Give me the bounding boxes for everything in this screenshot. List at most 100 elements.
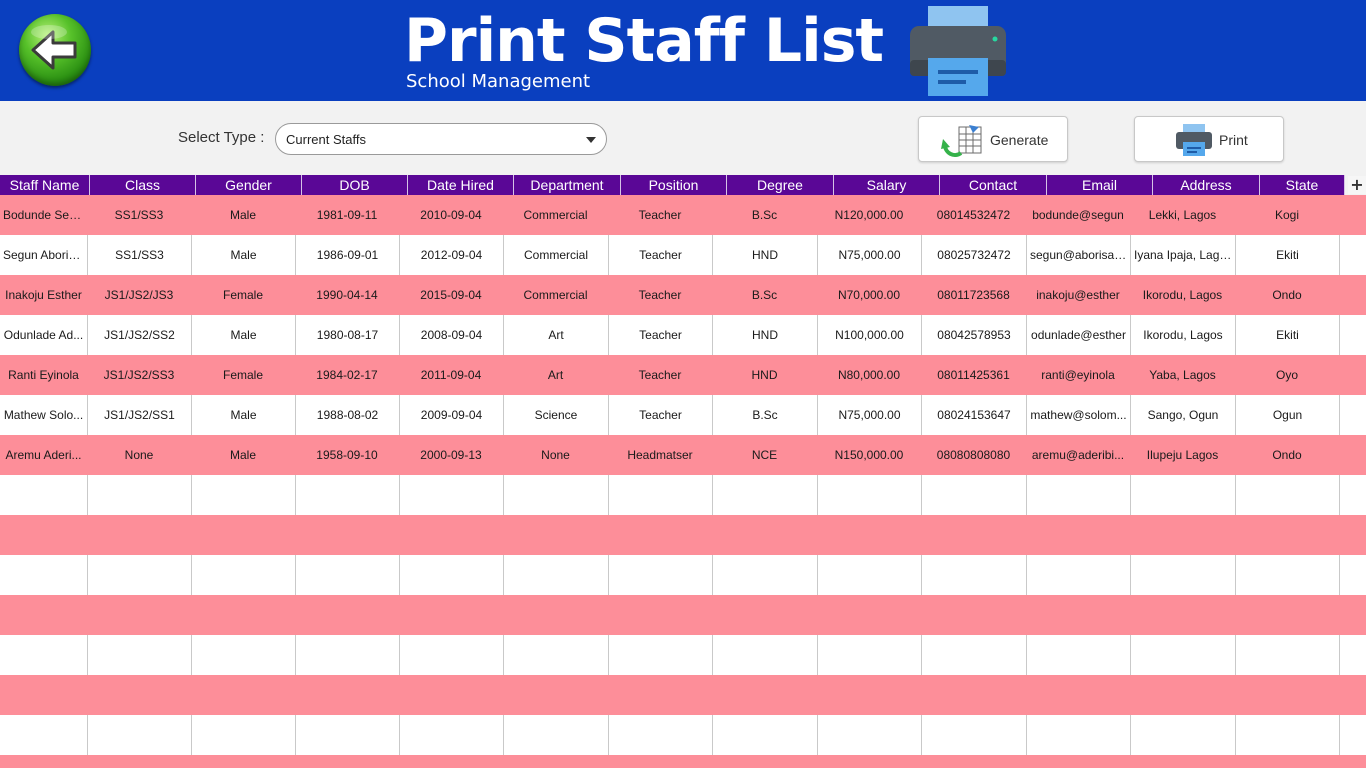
table-row[interactable]: Mathew Solo... JS1/JS2/SS1 Male 1988-08-02 2… bbox=[0, 395, 1366, 435]
table-cell[interactable] bbox=[1235, 635, 1339, 675]
table-cell[interactable] bbox=[0, 475, 87, 515]
table-cell[interactable] bbox=[295, 675, 399, 715]
empty-table-row[interactable] bbox=[0, 715, 1366, 755]
table-cell[interactable]: Art bbox=[503, 355, 608, 395]
table-cell[interactable]: 08024153647 bbox=[921, 395, 1026, 435]
table-cell[interactable]: Ekiti bbox=[1235, 315, 1339, 355]
table-cell[interactable] bbox=[817, 475, 921, 515]
table-cell[interactable]: Aremu Aderi... bbox=[0, 435, 87, 475]
table-cell[interactable]: HND bbox=[712, 235, 817, 275]
table-cell[interactable] bbox=[503, 595, 608, 635]
table-cell[interactable]: 1984-02-17 bbox=[295, 355, 399, 395]
table-cell[interactable] bbox=[399, 555, 503, 595]
table-cell[interactable] bbox=[503, 555, 608, 595]
table-cell[interactable] bbox=[1235, 555, 1339, 595]
table-cell[interactable] bbox=[817, 595, 921, 635]
select-type-dropdown[interactable]: Current Staffs bbox=[275, 123, 607, 155]
table-cell[interactable] bbox=[503, 715, 608, 755]
table-cell[interactable]: JS1/JS2/SS3 bbox=[87, 355, 191, 395]
table-cell[interactable] bbox=[399, 675, 503, 715]
table-cell[interactable] bbox=[1130, 635, 1235, 675]
table-cell[interactable] bbox=[399, 635, 503, 675]
table-cell[interactable]: Male bbox=[191, 315, 295, 355]
table-cell[interactable] bbox=[399, 595, 503, 635]
table-cell[interactable]: None bbox=[87, 435, 191, 475]
table-cell[interactable]: Bodunde Seg... bbox=[0, 195, 87, 235]
empty-table-row[interactable] bbox=[0, 755, 1366, 768]
table-cell[interactable]: 08042578953 bbox=[921, 315, 1026, 355]
empty-table-row[interactable] bbox=[0, 475, 1366, 515]
table-cell[interactable] bbox=[712, 595, 817, 635]
table-cell[interactable] bbox=[295, 595, 399, 635]
table-cell[interactable] bbox=[0, 635, 87, 675]
table-cell[interactable]: JS1/JS2/SS1 bbox=[87, 395, 191, 435]
table-cell[interactable]: Sango, Ogun bbox=[1130, 395, 1235, 435]
table-cell[interactable] bbox=[87, 595, 191, 635]
table-cell[interactable]: N70,000.00 bbox=[817, 275, 921, 315]
table-cell[interactable] bbox=[921, 515, 1026, 555]
table-cell[interactable] bbox=[1130, 555, 1235, 595]
table-cell[interactable] bbox=[608, 595, 712, 635]
table-cell[interactable]: 08011723568 bbox=[921, 275, 1026, 315]
table-cell[interactable]: Male bbox=[191, 235, 295, 275]
table-row[interactable]: Odunlade Ad... JS1/JS2/SS2 Male 1980-08-17 2… bbox=[0, 315, 1366, 355]
generate-button[interactable]: Generate bbox=[918, 116, 1068, 162]
table-cell[interactable] bbox=[87, 515, 191, 555]
column-header[interactable]: Email bbox=[1047, 175, 1153, 195]
table-cell[interactable]: 2010-09-04 bbox=[399, 195, 503, 235]
table-cell[interactable]: Teacher bbox=[608, 395, 712, 435]
table-cell[interactable]: Lekki, Lagos bbox=[1130, 195, 1235, 235]
table-cell[interactable] bbox=[1026, 715, 1130, 755]
table-cell[interactable] bbox=[608, 515, 712, 555]
table-cell[interactable] bbox=[295, 635, 399, 675]
table-cell[interactable]: 2000-09-13 bbox=[399, 435, 503, 475]
table-cell[interactable] bbox=[87, 475, 191, 515]
table-cell[interactable] bbox=[191, 755, 295, 768]
table-cell[interactable]: 08014532472 bbox=[921, 195, 1026, 235]
table-cell[interactable]: 2008-09-04 bbox=[399, 315, 503, 355]
table-cell[interactable]: segun@aborisade bbox=[1026, 235, 1130, 275]
plus-icon[interactable]: + bbox=[1348, 176, 1366, 194]
table-cell[interactable] bbox=[87, 635, 191, 675]
table-cell[interactable]: HND bbox=[712, 355, 817, 395]
table-cell[interactable] bbox=[1235, 475, 1339, 515]
table-cell[interactable]: Art bbox=[503, 315, 608, 355]
table-cell[interactable] bbox=[608, 555, 712, 595]
table-cell[interactable] bbox=[1026, 635, 1130, 675]
table-cell[interactable] bbox=[608, 715, 712, 755]
table-cell[interactable] bbox=[712, 755, 817, 768]
table-cell[interactable] bbox=[1235, 595, 1339, 635]
table-cell[interactable] bbox=[817, 675, 921, 715]
table-cell[interactable] bbox=[921, 675, 1026, 715]
table-cell[interactable]: Headmatser bbox=[608, 435, 712, 475]
table-cell[interactable] bbox=[1026, 475, 1130, 515]
table-cell[interactable]: B.Sc bbox=[712, 395, 817, 435]
table-cell[interactable] bbox=[295, 515, 399, 555]
table-row[interactable]: Inakoju Esther JS1/JS2/JS3 Female 1990-04-1… bbox=[0, 275, 1366, 315]
table-cell[interactable]: 1980-08-17 bbox=[295, 315, 399, 355]
column-header[interactable]: Class bbox=[90, 175, 196, 195]
table-cell[interactable]: Commercial bbox=[503, 235, 608, 275]
empty-table-row[interactable] bbox=[0, 675, 1366, 715]
table-row[interactable]: Bodunde Seg... SS1/SS3 Male 1981-09-11 2010-… bbox=[0, 195, 1366, 235]
table-cell[interactable]: aremu@aderibi... bbox=[1026, 435, 1130, 475]
table-cell[interactable]: 08080808080 bbox=[921, 435, 1026, 475]
empty-table-row[interactable] bbox=[0, 515, 1366, 555]
table-cell[interactable]: N75,000.00 bbox=[817, 235, 921, 275]
table-cell[interactable] bbox=[712, 675, 817, 715]
table-cell[interactable]: Teacher bbox=[608, 235, 712, 275]
column-header[interactable]: State bbox=[1260, 175, 1345, 195]
table-cell[interactable]: Teacher bbox=[608, 195, 712, 235]
table-cell[interactable] bbox=[87, 755, 191, 768]
table-cell[interactable]: N75,000.00 bbox=[817, 395, 921, 435]
table-cell[interactable] bbox=[1235, 755, 1339, 768]
column-header[interactable]: Salary bbox=[834, 175, 940, 195]
print-button[interactable]: Print bbox=[1134, 116, 1284, 162]
table-cell[interactable]: Inakoju Esther bbox=[0, 275, 87, 315]
table-cell[interactable]: 2012-09-04 bbox=[399, 235, 503, 275]
table-cell[interactable] bbox=[0, 755, 87, 768]
table-cell[interactable] bbox=[295, 555, 399, 595]
table-cell[interactable]: Teacher bbox=[608, 315, 712, 355]
table-cell[interactable]: Yaba, Lagos bbox=[1130, 355, 1235, 395]
empty-table-row[interactable] bbox=[0, 635, 1366, 675]
